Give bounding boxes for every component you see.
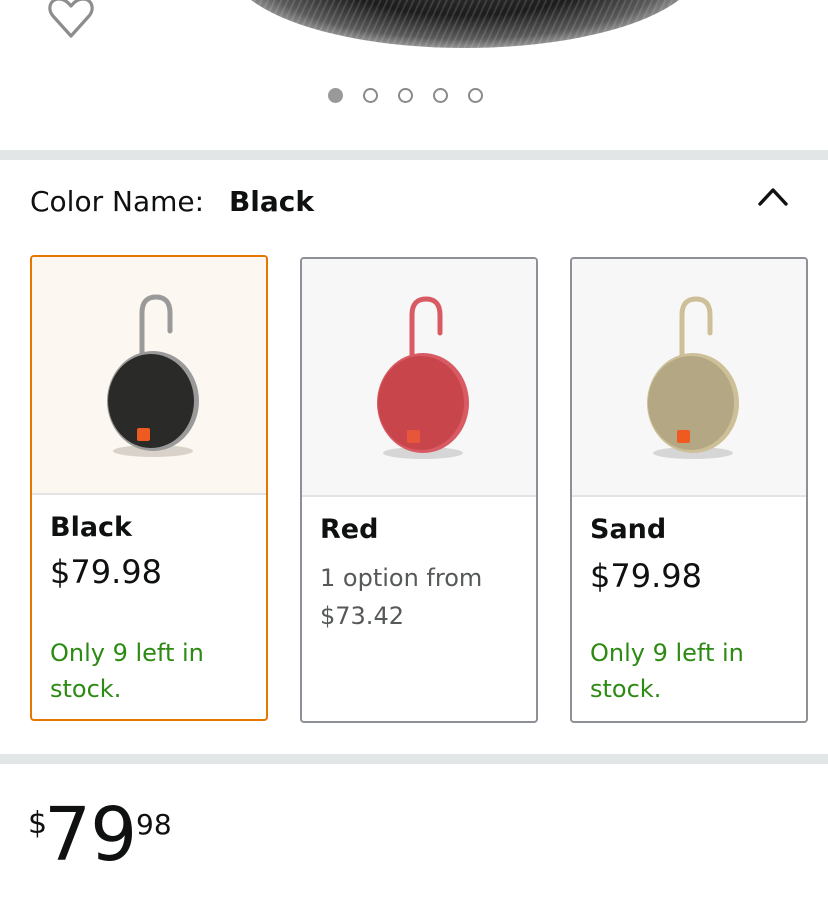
carousel-pagination [328,88,483,103]
color-name-row: Color Name: Black [30,185,314,218]
selected-color-value: Black [228,185,315,218]
price-whole: 79 [44,792,137,878]
stock-status: Only 9 left in stock. [50,639,204,703]
section-divider [0,754,828,764]
carousel-dot[interactable] [398,88,413,103]
color-option-title: Black [50,512,133,543]
color-option-price: $79.98 [590,557,702,595]
color-option-black[interactable]: Black $79.98 Only 9 left in stock. [30,255,268,721]
option-availability: 1 option from $73.42 [320,559,530,635]
carousel-dot[interactable] [468,88,483,103]
color-option-title: Red [320,514,379,545]
color-name-label: Color Name: [30,185,205,218]
color-thumbnail [572,259,806,497]
price-fraction: 98 [136,808,172,841]
speaker-image [107,294,199,457]
speaker-image [647,296,739,459]
carousel-dot[interactable] [363,88,378,103]
color-option-price: $79.98 [50,553,162,591]
speaker-image [377,296,469,459]
color-option-title: Sand [590,514,667,545]
section-divider [0,150,828,160]
color-option-red[interactable]: Red 1 option from $73.42 [300,257,538,723]
option-count-text: 1 option from [320,564,483,592]
heart-icon[interactable] [47,0,95,40]
option-from-price: $73.42 [320,602,404,630]
color-thumbnail [32,257,266,495]
product-image[interactable] [230,0,700,48]
carousel-dot[interactable] [433,88,448,103]
product-image-carousel[interactable] [0,0,828,150]
chevron-up-icon[interactable] [756,184,790,208]
color-option-sand[interactable]: Sand $79.98 Only 9 left in stock. [570,257,808,723]
stock-status: Only 9 left in stock. [590,639,744,703]
color-thumbnail [302,259,536,497]
carousel-dot[interactable] [328,88,343,103]
